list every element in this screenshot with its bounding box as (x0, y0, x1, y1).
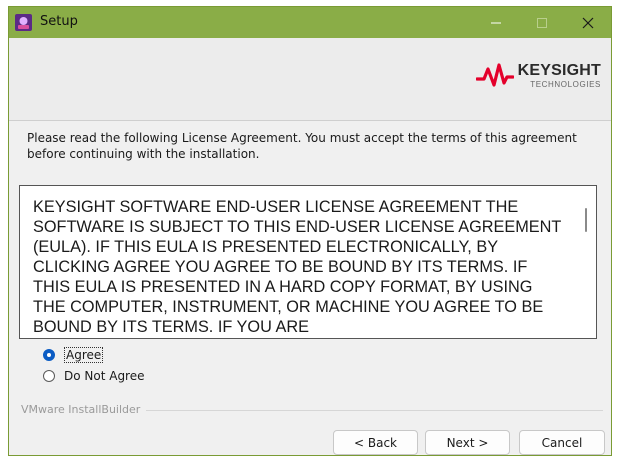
app-icon (15, 14, 32, 31)
installbuilder-label: VMware InstallBuilder (21, 403, 147, 416)
maximize-button[interactable] (519, 7, 565, 38)
instructions-text: Please read the following License Agreem… (27, 131, 577, 161)
agree-radio[interactable] (43, 349, 55, 361)
minimize-button[interactable] (473, 7, 519, 38)
close-button[interactable] (565, 7, 611, 38)
close-icon (582, 17, 594, 28)
logo-subtitle: TECHNOLOGIES (530, 80, 601, 89)
setup-window: Setup KEYSIGHT TECHNOLOGIES Please read … (8, 6, 612, 456)
keysight-logo: KEYSIGHT TECHNOLOGIES (475, 56, 601, 96)
logo-wordmark: KEYSIGHT (517, 62, 601, 79)
minimize-icon (491, 22, 501, 23)
disagree-option[interactable]: Do Not Agree (43, 367, 145, 385)
next-button[interactable]: Next > (425, 430, 510, 455)
agree-option[interactable]: Agree (43, 346, 104, 364)
disagree-radio[interactable] (43, 370, 55, 382)
back-button[interactable]: < Back (333, 430, 418, 455)
window-title: Setup (40, 14, 78, 29)
license-scrollbar[interactable] (585, 208, 587, 232)
cancel-button[interactable]: Cancel (519, 430, 605, 455)
license-text: KEYSIGHT SOFTWARE END-USER LICENSE AGREE… (33, 198, 562, 336)
disagree-label[interactable]: Do Not Agree (64, 369, 145, 383)
maximize-icon (537, 17, 547, 28)
keysight-wave-icon (475, 63, 514, 87)
agree-label[interactable]: Agree (64, 347, 104, 363)
title-bar[interactable]: Setup (9, 7, 611, 38)
header-band: KEYSIGHT TECHNOLOGIES (9, 38, 611, 121)
license-text-area[interactable]: KEYSIGHT SOFTWARE END-USER LICENSE AGREE… (19, 185, 597, 339)
